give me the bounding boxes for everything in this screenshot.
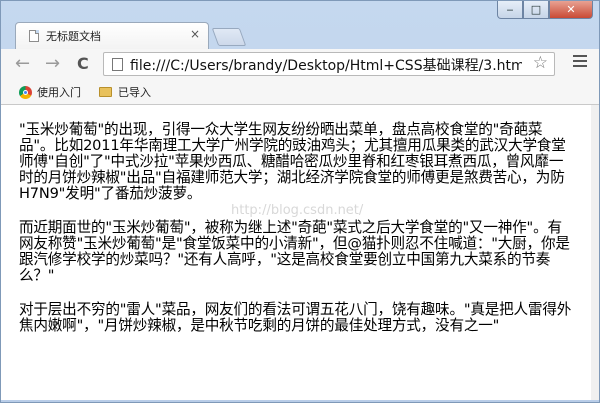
bookmark-imported[interactable]: 已导入 bbox=[99, 84, 151, 100]
nav-toolbar: ← → C file:///C:/Users/brandy/Desktop/Ht… bbox=[1, 49, 599, 79]
forward-icon[interactable]: → bbox=[45, 54, 60, 74]
article-paragraph: "玉米炒葡萄"的出现，引得一众大学生网友纷纷晒出菜单，盘点高校食堂的"奇葩菜品"… bbox=[19, 121, 566, 202]
apps-icon bbox=[19, 85, 32, 99]
article-paragraph: 而近期面世的"玉米炒葡萄"，被称为继上述"奇葩"菜式之后大学食堂的"又一神作"。… bbox=[19, 219, 570, 284]
bookmark-label: 已导入 bbox=[118, 86, 151, 99]
bookmark-label: 使用入门 bbox=[37, 86, 81, 99]
window-controls: ‒ □ ✕ bbox=[497, 1, 593, 19]
scrollbar[interactable] bbox=[591, 105, 599, 400]
close-tab-icon[interactable]: × bbox=[190, 27, 200, 41]
article-paragraph: 对于层出不穷的"雷人"菜品，网友们的看法可谓五花八门，饶有趣味。"真是把人雷得外… bbox=[19, 301, 572, 334]
bookmarks-bar: 使用入门 已导入 bbox=[1, 79, 599, 105]
title-bar: 无标题文档 × ‒ □ ✕ bbox=[1, 1, 599, 49]
bookmark-getting-started[interactable]: 使用入门 bbox=[19, 84, 81, 100]
address-bar[interactable]: file:///C:/Users/brandy/Desktop/Html+CSS… bbox=[103, 52, 555, 76]
reload-icon[interactable]: C bbox=[77, 54, 89, 74]
url-text[interactable]: file:///C:/Users/brandy/Desktop/Html+CSS… bbox=[130, 55, 522, 75]
new-tab-button[interactable] bbox=[211, 28, 247, 46]
close-window-button[interactable]: ✕ bbox=[549, 1, 593, 19]
folder-icon bbox=[99, 87, 112, 97]
maximize-button[interactable]: □ bbox=[523, 1, 549, 19]
menu-icon[interactable] bbox=[573, 55, 587, 70]
tab-title: 无标题文档 bbox=[46, 30, 101, 43]
browser-window: 无标题文档 × ‒ □ ✕ ← → C file:///C:/Users/bra… bbox=[0, 0, 600, 403]
back-icon[interactable]: ← bbox=[15, 54, 30, 74]
minimize-button[interactable]: ‒ bbox=[497, 1, 523, 19]
browser-tab[interactable]: 无标题文档 × bbox=[15, 22, 209, 49]
bookmark-star-icon[interactable]: ☆ bbox=[533, 53, 548, 73]
page-icon bbox=[29, 30, 39, 42]
page-content: "玉米炒葡萄"的出现，引得一众大学生网友纷纷晒出菜单，盘点高校食堂的"奇葩菜品"… bbox=[1, 105, 591, 400]
page-icon bbox=[112, 58, 123, 71]
watermark: http://blog.csdn.net/ bbox=[231, 203, 364, 218]
